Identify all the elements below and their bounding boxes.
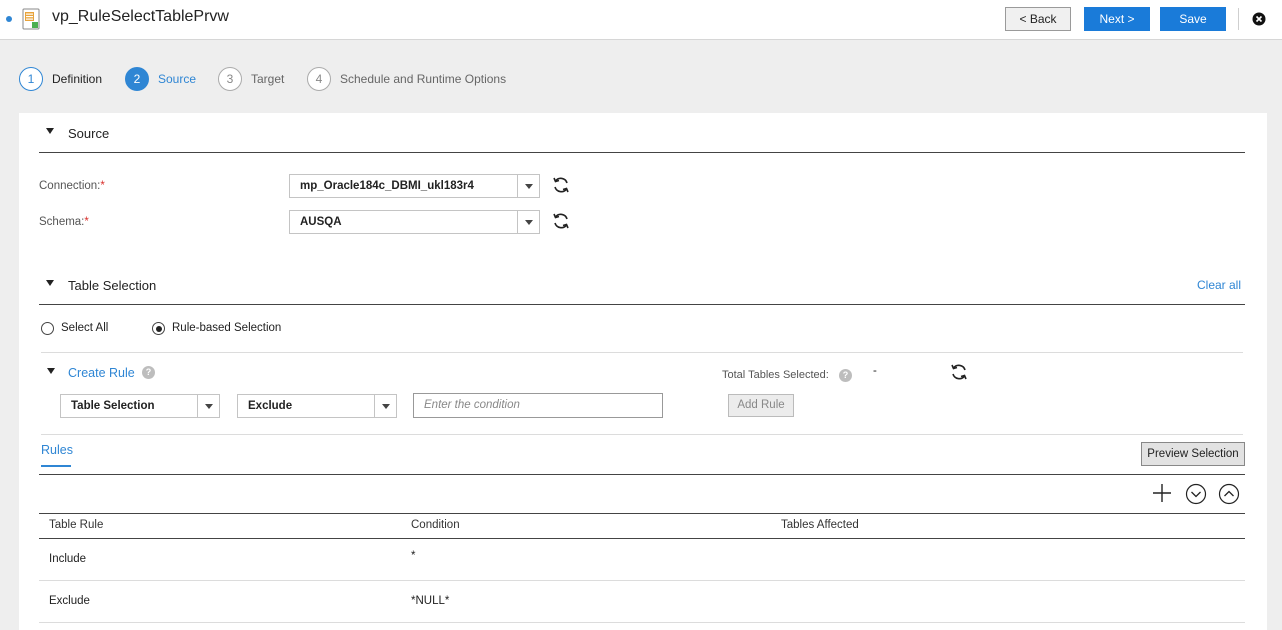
step-target[interactable]: 3 Target bbox=[218, 67, 284, 91]
toolbar-divider bbox=[1238, 8, 1239, 30]
step-label: Schedule and Runtime Options bbox=[340, 72, 507, 86]
step-number: 4 bbox=[307, 67, 331, 91]
help-icon[interactable]: ? bbox=[142, 366, 155, 379]
column-header-tables-affected[interactable]: Tables Affected bbox=[781, 519, 859, 531]
collapse-caret-icon[interactable] bbox=[46, 128, 54, 134]
move-down-icon[interactable] bbox=[1185, 483, 1207, 505]
select-all-radio[interactable] bbox=[41, 322, 54, 335]
rule-scope-value: Table Selection bbox=[71, 400, 155, 412]
step-number: 3 bbox=[218, 67, 242, 91]
clear-all-link[interactable]: Clear all bbox=[1197, 278, 1241, 292]
rule-scope-select[interactable]: Table Selection bbox=[60, 394, 220, 418]
column-header-condition[interactable]: Condition bbox=[411, 519, 460, 531]
refresh-icon[interactable] bbox=[551, 211, 571, 231]
section-divider bbox=[39, 304, 1245, 305]
preview-selection-button[interactable]: Preview Selection bbox=[1141, 442, 1245, 466]
collapse-caret-icon[interactable] bbox=[46, 280, 54, 286]
step-definition[interactable]: 1 Definition bbox=[19, 67, 102, 91]
tab-underline bbox=[41, 465, 71, 467]
schema-label: Schema:* bbox=[39, 216, 89, 228]
row-divider bbox=[39, 580, 1245, 581]
connection-select[interactable]: mp_Oracle184c_DBMI_ukl183r4 bbox=[289, 174, 540, 198]
step-number: 1 bbox=[19, 67, 43, 91]
step-schedule[interactable]: 4 Schedule and Runtime Options bbox=[307, 67, 506, 91]
total-tables-value: - bbox=[873, 365, 877, 377]
condition-cell: * bbox=[411, 550, 416, 562]
rule-based-label: Rule-based Selection bbox=[172, 322, 282, 334]
app-title: vp_RuleSelectTablePrvw bbox=[52, 8, 229, 25]
rule-cell: Include bbox=[49, 553, 87, 565]
help-icon[interactable]: ? bbox=[839, 369, 852, 382]
total-tables-label: Total Tables Selected: bbox=[722, 369, 829, 381]
section-divider bbox=[39, 152, 1245, 153]
add-rule-button[interactable]: Add Rule bbox=[728, 394, 794, 417]
top-bar: vp_RuleSelectTablePrvw < Back Next > Sav… bbox=[0, 0, 1282, 40]
table-selection-title: Table Selection bbox=[68, 278, 157, 293]
create-rule-title[interactable]: Create Rule bbox=[68, 366, 135, 380]
condition-placeholder: Enter the condition bbox=[424, 399, 520, 411]
step-source[interactable]: 2 Source bbox=[125, 67, 196, 91]
chevron-down-icon bbox=[517, 175, 539, 197]
rule-cell: Exclude bbox=[49, 595, 90, 607]
chevron-down-icon bbox=[374, 395, 396, 417]
rule-action-select[interactable]: Exclude bbox=[237, 394, 397, 418]
condition-input[interactable]: Enter the condition bbox=[413, 393, 663, 418]
connection-value: mp_Oracle184c_DBMI_ukl183r4 bbox=[300, 180, 474, 192]
step-label: Target bbox=[251, 72, 285, 86]
table-header-top-border bbox=[39, 513, 1245, 514]
schema-value: AUSQA bbox=[300, 216, 342, 228]
move-up-icon[interactable] bbox=[1218, 483, 1240, 505]
source-section-title: Source bbox=[68, 126, 110, 141]
column-header-table-rule[interactable]: Table Rule bbox=[49, 519, 103, 531]
refresh-icon[interactable] bbox=[551, 175, 571, 195]
tab-rules[interactable]: Rules bbox=[41, 443, 73, 457]
collapse-caret-icon[interactable] bbox=[47, 368, 55, 374]
step-number: 2 bbox=[125, 67, 149, 91]
document-icon bbox=[22, 8, 40, 30]
schema-select[interactable]: AUSQA bbox=[289, 210, 540, 234]
divider bbox=[41, 352, 1243, 353]
chevron-down-icon bbox=[517, 211, 539, 233]
divider bbox=[41, 434, 1243, 435]
unsaved-dot-icon bbox=[6, 16, 12, 22]
step-label: Source bbox=[158, 72, 197, 86]
back-button[interactable]: < Back bbox=[1005, 7, 1071, 31]
rule-action-value: Exclude bbox=[248, 400, 293, 412]
row-divider bbox=[39, 622, 1245, 623]
section-divider bbox=[39, 474, 1245, 475]
condition-cell: *NULL* bbox=[411, 595, 450, 607]
select-all-label: Select All bbox=[61, 322, 109, 334]
next-button[interactable]: Next > bbox=[1084, 7, 1150, 31]
step-label: Definition bbox=[52, 72, 103, 86]
source-panel: Source Connection:* mp_Oracle184c_DBMI_u… bbox=[19, 113, 1267, 630]
add-icon[interactable] bbox=[1151, 482, 1173, 504]
close-icon[interactable] bbox=[1252, 12, 1266, 26]
rule-based-radio[interactable] bbox=[152, 322, 165, 335]
connection-label: Connection:* bbox=[39, 180, 105, 192]
table-header-bottom-border bbox=[39, 538, 1245, 539]
save-button[interactable]: Save bbox=[1160, 7, 1226, 31]
refresh-icon[interactable] bbox=[949, 362, 969, 382]
chevron-down-icon bbox=[197, 395, 219, 417]
